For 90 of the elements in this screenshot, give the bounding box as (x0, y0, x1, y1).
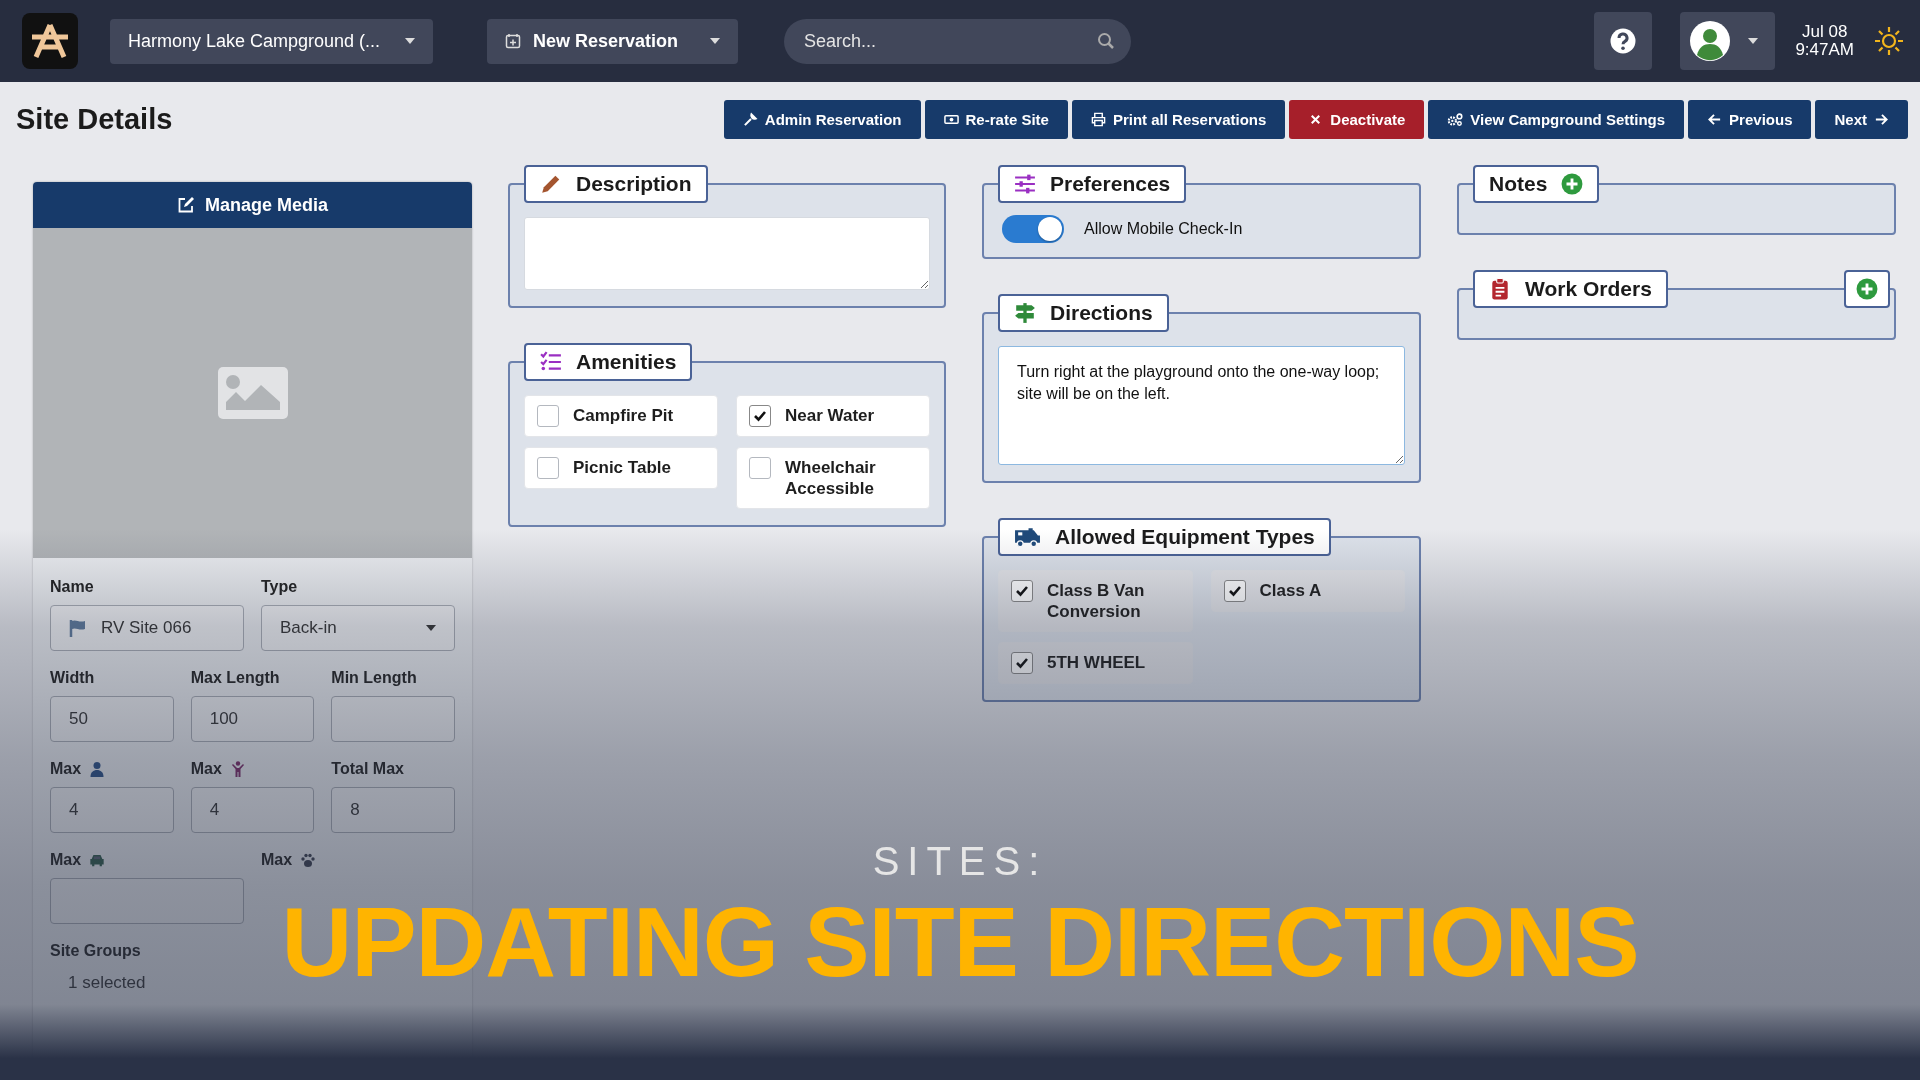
arrow-right-icon (1874, 112, 1889, 127)
field-label: Name (50, 578, 94, 596)
child-icon (229, 761, 246, 777)
flag-icon (69, 619, 87, 637)
overlay-subtitle: SITES: (872, 838, 1048, 884)
caret-icon (426, 625, 436, 631)
field-label: Total Max (331, 760, 404, 778)
campground-dropdown[interactable]: Harmony Lake Campground (... (110, 18, 433, 64)
amenity-checkbox[interactable]: Wheelchair Accessible (736, 447, 930, 509)
clipboard-icon (1489, 278, 1511, 300)
panel-title: Description (524, 165, 708, 203)
input-field[interactable]: 50 (50, 696, 174, 742)
search-field[interactable]: Search... (802, 29, 1097, 53)
image-icon (217, 367, 288, 419)
field-label: Max (261, 851, 293, 869)
panel-title: Work Orders (1473, 270, 1668, 308)
edit-icon (177, 196, 195, 214)
site-groups-value[interactable]: 1 selected (50, 969, 164, 997)
wrench-icon (742, 112, 758, 127)
logo-icon[interactable] (22, 13, 78, 69)
field-label: Max (190, 760, 222, 778)
input-field[interactable] (50, 878, 244, 924)
page-title: Site Details (16, 103, 173, 136)
user-menu-button[interactable] (1680, 12, 1776, 70)
panel-title: Amenities (524, 343, 693, 381)
input-field[interactable]: 8 (331, 787, 455, 833)
action-button[interactable]: Deactivate (1289, 100, 1425, 139)
arrow-left-icon (1707, 112, 1723, 127)
input-field[interactable]: 100 (190, 696, 315, 742)
input-field[interactable]: 4 (190, 787, 315, 833)
signpost-icon (1014, 302, 1036, 324)
panel-title: Directions (998, 294, 1169, 332)
amenity-checkbox[interactable]: Campfire Pit (524, 395, 718, 437)
sun-icon[interactable] (1874, 26, 1904, 56)
field-label: Max (50, 760, 82, 778)
name-field[interactable]: RV Site 066 (50, 605, 244, 651)
field-label: Type (261, 578, 298, 596)
action-button[interactable]: Previous (1688, 100, 1812, 139)
action-button[interactable]: Print all Reservations (1071, 100, 1286, 139)
description-field[interactable] (524, 217, 930, 290)
action-button[interactable]: Next (1815, 100, 1908, 139)
panel-title: Allowed Equipment Types (998, 518, 1331, 556)
panel-title: Notes (1473, 165, 1600, 203)
manage-media-button[interactable]: Manage Media (33, 182, 472, 228)
amenity-checkbox[interactable]: Near Water (736, 395, 930, 437)
field-label: Max Length (190, 669, 280, 687)
field-label: Max (50, 851, 82, 869)
amenity-checkbox[interactable]: Picnic Table (524, 447, 718, 489)
caret-icon (1748, 38, 1759, 44)
help-icon (1609, 27, 1638, 55)
calendar-plus-icon (505, 33, 521, 49)
action-button[interactable]: Re-rate Site (924, 100, 1068, 139)
directions-field[interactable]: Turn right at the playground onto the one-way loop; site will be on the left. (998, 346, 1405, 465)
help-button[interactable] (1594, 12, 1653, 70)
gears-icon (1447, 111, 1464, 128)
caret-icon (405, 38, 415, 44)
avatar-icon (1690, 21, 1731, 61)
caret-icon (710, 38, 720, 44)
select-field[interactable]: Back-in (261, 605, 455, 651)
field-label: Width (50, 669, 95, 687)
date-text: Jul 08 (1802, 23, 1848, 41)
overlay-title: UPDATING SITE DIRECTIONS (281, 886, 1639, 998)
pencil-icon (540, 173, 562, 195)
equipment-checkbox[interactable]: Class B Van Conversion (998, 570, 1193, 632)
camper-icon (1014, 526, 1041, 548)
search-bar[interactable]: Search... (784, 18, 1131, 64)
add-icon[interactable] (1561, 173, 1584, 195)
person-icon (89, 761, 106, 777)
add-work-order-button[interactable] (1844, 270, 1890, 308)
field-label: Min Length (331, 669, 417, 687)
time-text: 9:47AM (1795, 41, 1854, 59)
toggle-label: Allow Mobile Check-In (1084, 220, 1243, 238)
action-button[interactable]: View Campground Settings (1428, 100, 1685, 139)
input-field[interactable]: 4 (50, 787, 174, 833)
field-label: Site Groups (50, 942, 141, 960)
equipment-checkbox[interactable]: 5TH WHEEL (998, 642, 1193, 684)
sliders-icon (1014, 173, 1036, 195)
car-icon (89, 852, 106, 868)
add-icon (1856, 278, 1878, 300)
toggle-switch[interactable] (1002, 215, 1064, 243)
paw-icon (300, 852, 317, 868)
search-icon (1097, 32, 1115, 50)
printer-icon (1090, 112, 1106, 127)
equipment-checkbox[interactable]: Class A (1210, 570, 1405, 612)
checklist-icon (540, 351, 562, 373)
banknote-icon (943, 112, 959, 127)
input-field[interactable] (331, 696, 455, 742)
panel-title: Preferences (998, 165, 1187, 203)
new-reservation-button[interactable]: New Reservation (487, 18, 738, 64)
action-button[interactable]: Admin Reservation (723, 100, 921, 139)
